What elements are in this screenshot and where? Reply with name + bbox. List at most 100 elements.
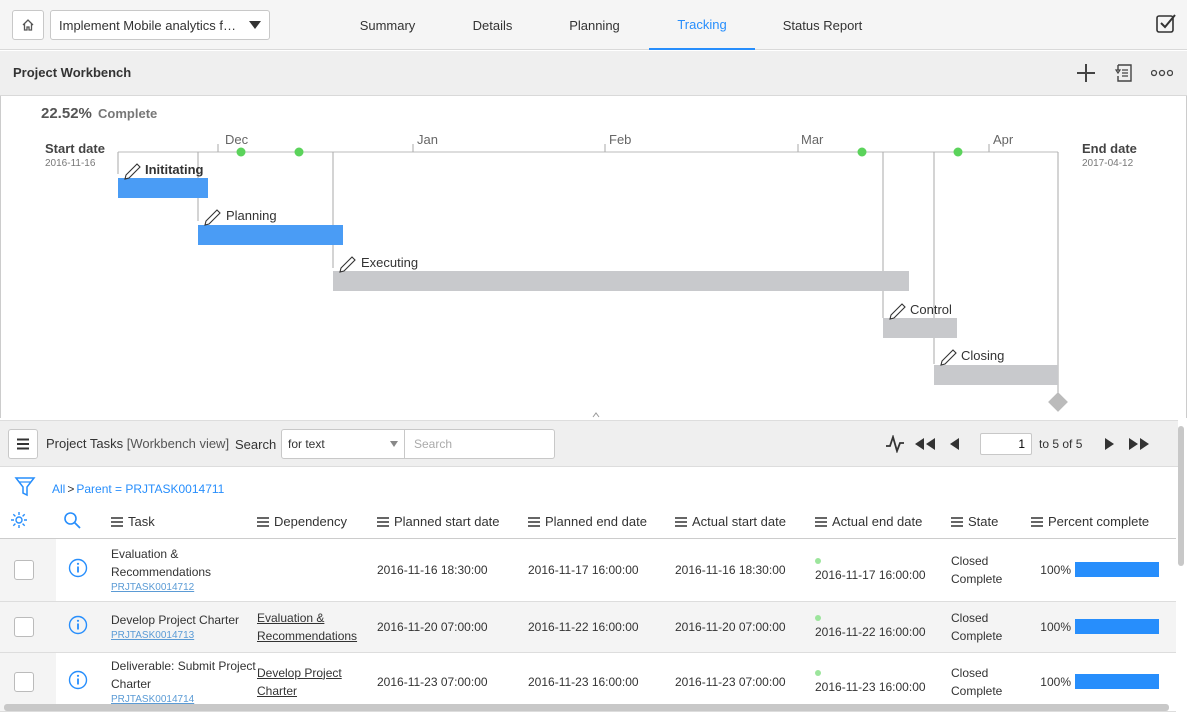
splitter-handle-icon[interactable] (592, 412, 600, 418)
gantt-chart: 22.52% Complete Start date 2016-11-16 En… (0, 96, 1187, 418)
list-icon[interactable] (1113, 62, 1135, 84)
actual-end-value: 2016-11-23 16:00:00 (815, 679, 926, 694)
dependency-link[interactable]: Develop Project Charter (257, 666, 342, 698)
pencil-icon[interactable] (889, 303, 906, 320)
column-menu-icon (377, 516, 389, 527)
phase-label-executing: Executing (361, 255, 418, 270)
previous-page-button[interactable] (940, 429, 970, 459)
month-label-feb: Feb (609, 132, 631, 147)
column-header-state[interactable]: State (951, 506, 1031, 539)
column-menu-icon (257, 516, 269, 527)
search-field-value: for text (288, 437, 325, 451)
state-cell: Closed Complete (951, 538, 1031, 602)
column-header-planned-start[interactable]: Planned start date (377, 506, 528, 539)
info-icon[interactable] (68, 615, 88, 635)
actual-end-cell: 2016-11-23 16:00:00 (815, 652, 951, 712)
vertical-scrollbar[interactable] (1178, 426, 1184, 566)
page-number-input[interactable] (980, 433, 1032, 455)
next-page-button[interactable] (1094, 429, 1124, 459)
dependency-link[interactable]: Evaluation & Recommendations (257, 611, 357, 643)
percent-value: 100% (1040, 562, 1071, 577)
column-header-actual-start[interactable]: Actual start date (675, 506, 815, 539)
actual-start-cell: 2016-11-16 18:30:00 (675, 538, 815, 602)
column-menu-icon (815, 516, 827, 527)
row-info-cell (56, 652, 111, 712)
tab-planning[interactable]: Planning (540, 0, 649, 50)
last-page-button[interactable] (1124, 429, 1154, 459)
state-value: Closed Complete (951, 553, 1003, 586)
info-icon[interactable] (68, 670, 88, 690)
table-row: Develop Project Charter PRJTASK0014713 E… (0, 601, 1176, 653)
row-checkbox[interactable] (14, 559, 34, 580)
project-select-value: Implement Mobile analytics for ... (59, 17, 241, 33)
project-select[interactable]: Implement Mobile analytics for ... (50, 10, 270, 40)
status-dot (815, 557, 821, 564)
column-header-actual-end[interactable]: Actual end date (815, 506, 951, 539)
checkbox-checked-icon[interactable] (1155, 12, 1177, 34)
column-menu-icon (951, 516, 963, 527)
more-icon[interactable] (1151, 62, 1173, 84)
end-milestone-diamond (1048, 392, 1068, 412)
filter-icon[interactable] (14, 476, 36, 498)
column-menu-icon (111, 516, 123, 527)
search-icon (64, 512, 81, 529)
percent-cell: 100% (1031, 538, 1176, 602)
phase-label-closing: Closing (961, 348, 1004, 363)
plus-icon[interactable] (1075, 62, 1097, 84)
search-label: Search (235, 437, 277, 452)
task-name: Evaluation & Recommendations (111, 546, 212, 579)
column-header-planned-end[interactable]: Planned end date (528, 506, 675, 539)
actual-end-value: 2016-11-17 16:00:00 (815, 567, 926, 582)
percent-value: 100% (1040, 674, 1071, 689)
top-bar: Implement Mobile analytics for ... Summa… (0, 0, 1187, 50)
progress-bar (1075, 562, 1159, 577)
phase-label-control: Control (910, 302, 952, 317)
milestone-dot (857, 147, 867, 157)
column-header-task[interactable]: Task (111, 506, 257, 539)
actual-end-cell: 2016-11-22 16:00:00 (815, 601, 951, 653)
tasks-title-view: [Workbench view] (126, 436, 230, 451)
breadcrumb-all[interactable]: All (52, 482, 65, 496)
gear-icon (11, 512, 27, 529)
column-menu-icon (1031, 516, 1043, 527)
tab-status-report[interactable]: Status Report (755, 0, 890, 50)
task-number-link[interactable]: PRJTASK0014713 (111, 629, 257, 643)
actual-start-cell: 2016-11-23 07:00:00 (675, 652, 815, 712)
column-label: Percent complete (1048, 513, 1150, 529)
dependency-cell: Evaluation & Recommendations (257, 601, 377, 653)
breadcrumb-parent[interactable]: Parent = PRJTASK0014711 (76, 482, 224, 496)
tab-tracking[interactable]: Tracking (649, 0, 755, 50)
pencil-icon[interactable] (940, 349, 957, 366)
milestone-dot (294, 147, 304, 157)
home-button[interactable] (12, 10, 44, 40)
column-header-dependency[interactable]: Dependency (257, 506, 377, 539)
pencil-icon[interactable] (339, 256, 356, 273)
task-cell: Develop Project Charter PRJTASK0014713 (111, 601, 257, 653)
phase-bar-control (883, 318, 957, 338)
first-page-button[interactable] (910, 429, 940, 459)
pencil-icon[interactable] (124, 163, 141, 180)
activity-stream-button[interactable] (880, 429, 910, 459)
column-header-percent-complete[interactable]: Percent complete (1031, 506, 1176, 539)
column-label: Task (128, 513, 155, 529)
info-icon[interactable] (68, 558, 88, 578)
column-search[interactable] (56, 506, 111, 539)
tab-summary[interactable]: Summary (330, 0, 445, 50)
list-menu-button[interactable] (8, 429, 38, 459)
column-label: Dependency (274, 513, 347, 529)
phase-label-initiating: Inititating (145, 162, 204, 177)
home-icon (22, 19, 34, 31)
chevron-down-icon (249, 21, 261, 29)
horizontal-scrollbar[interactable] (4, 704, 1169, 711)
planned-start-cell: 2016-11-20 07:00:00 (377, 601, 528, 653)
phase-bar-planning (198, 225, 343, 245)
column-settings[interactable] (0, 506, 56, 539)
row-checkbox[interactable] (14, 671, 34, 692)
pencil-icon[interactable] (204, 209, 221, 226)
search-input[interactable] (405, 429, 555, 459)
tab-details[interactable]: Details (445, 0, 540, 50)
row-checkbox[interactable] (14, 616, 34, 637)
search-field-select[interactable]: for text (281, 429, 405, 459)
table-row: Evaluation & Recommendations PRJTASK0014… (0, 538, 1176, 602)
task-number-link[interactable]: PRJTASK0014712 (111, 581, 257, 595)
